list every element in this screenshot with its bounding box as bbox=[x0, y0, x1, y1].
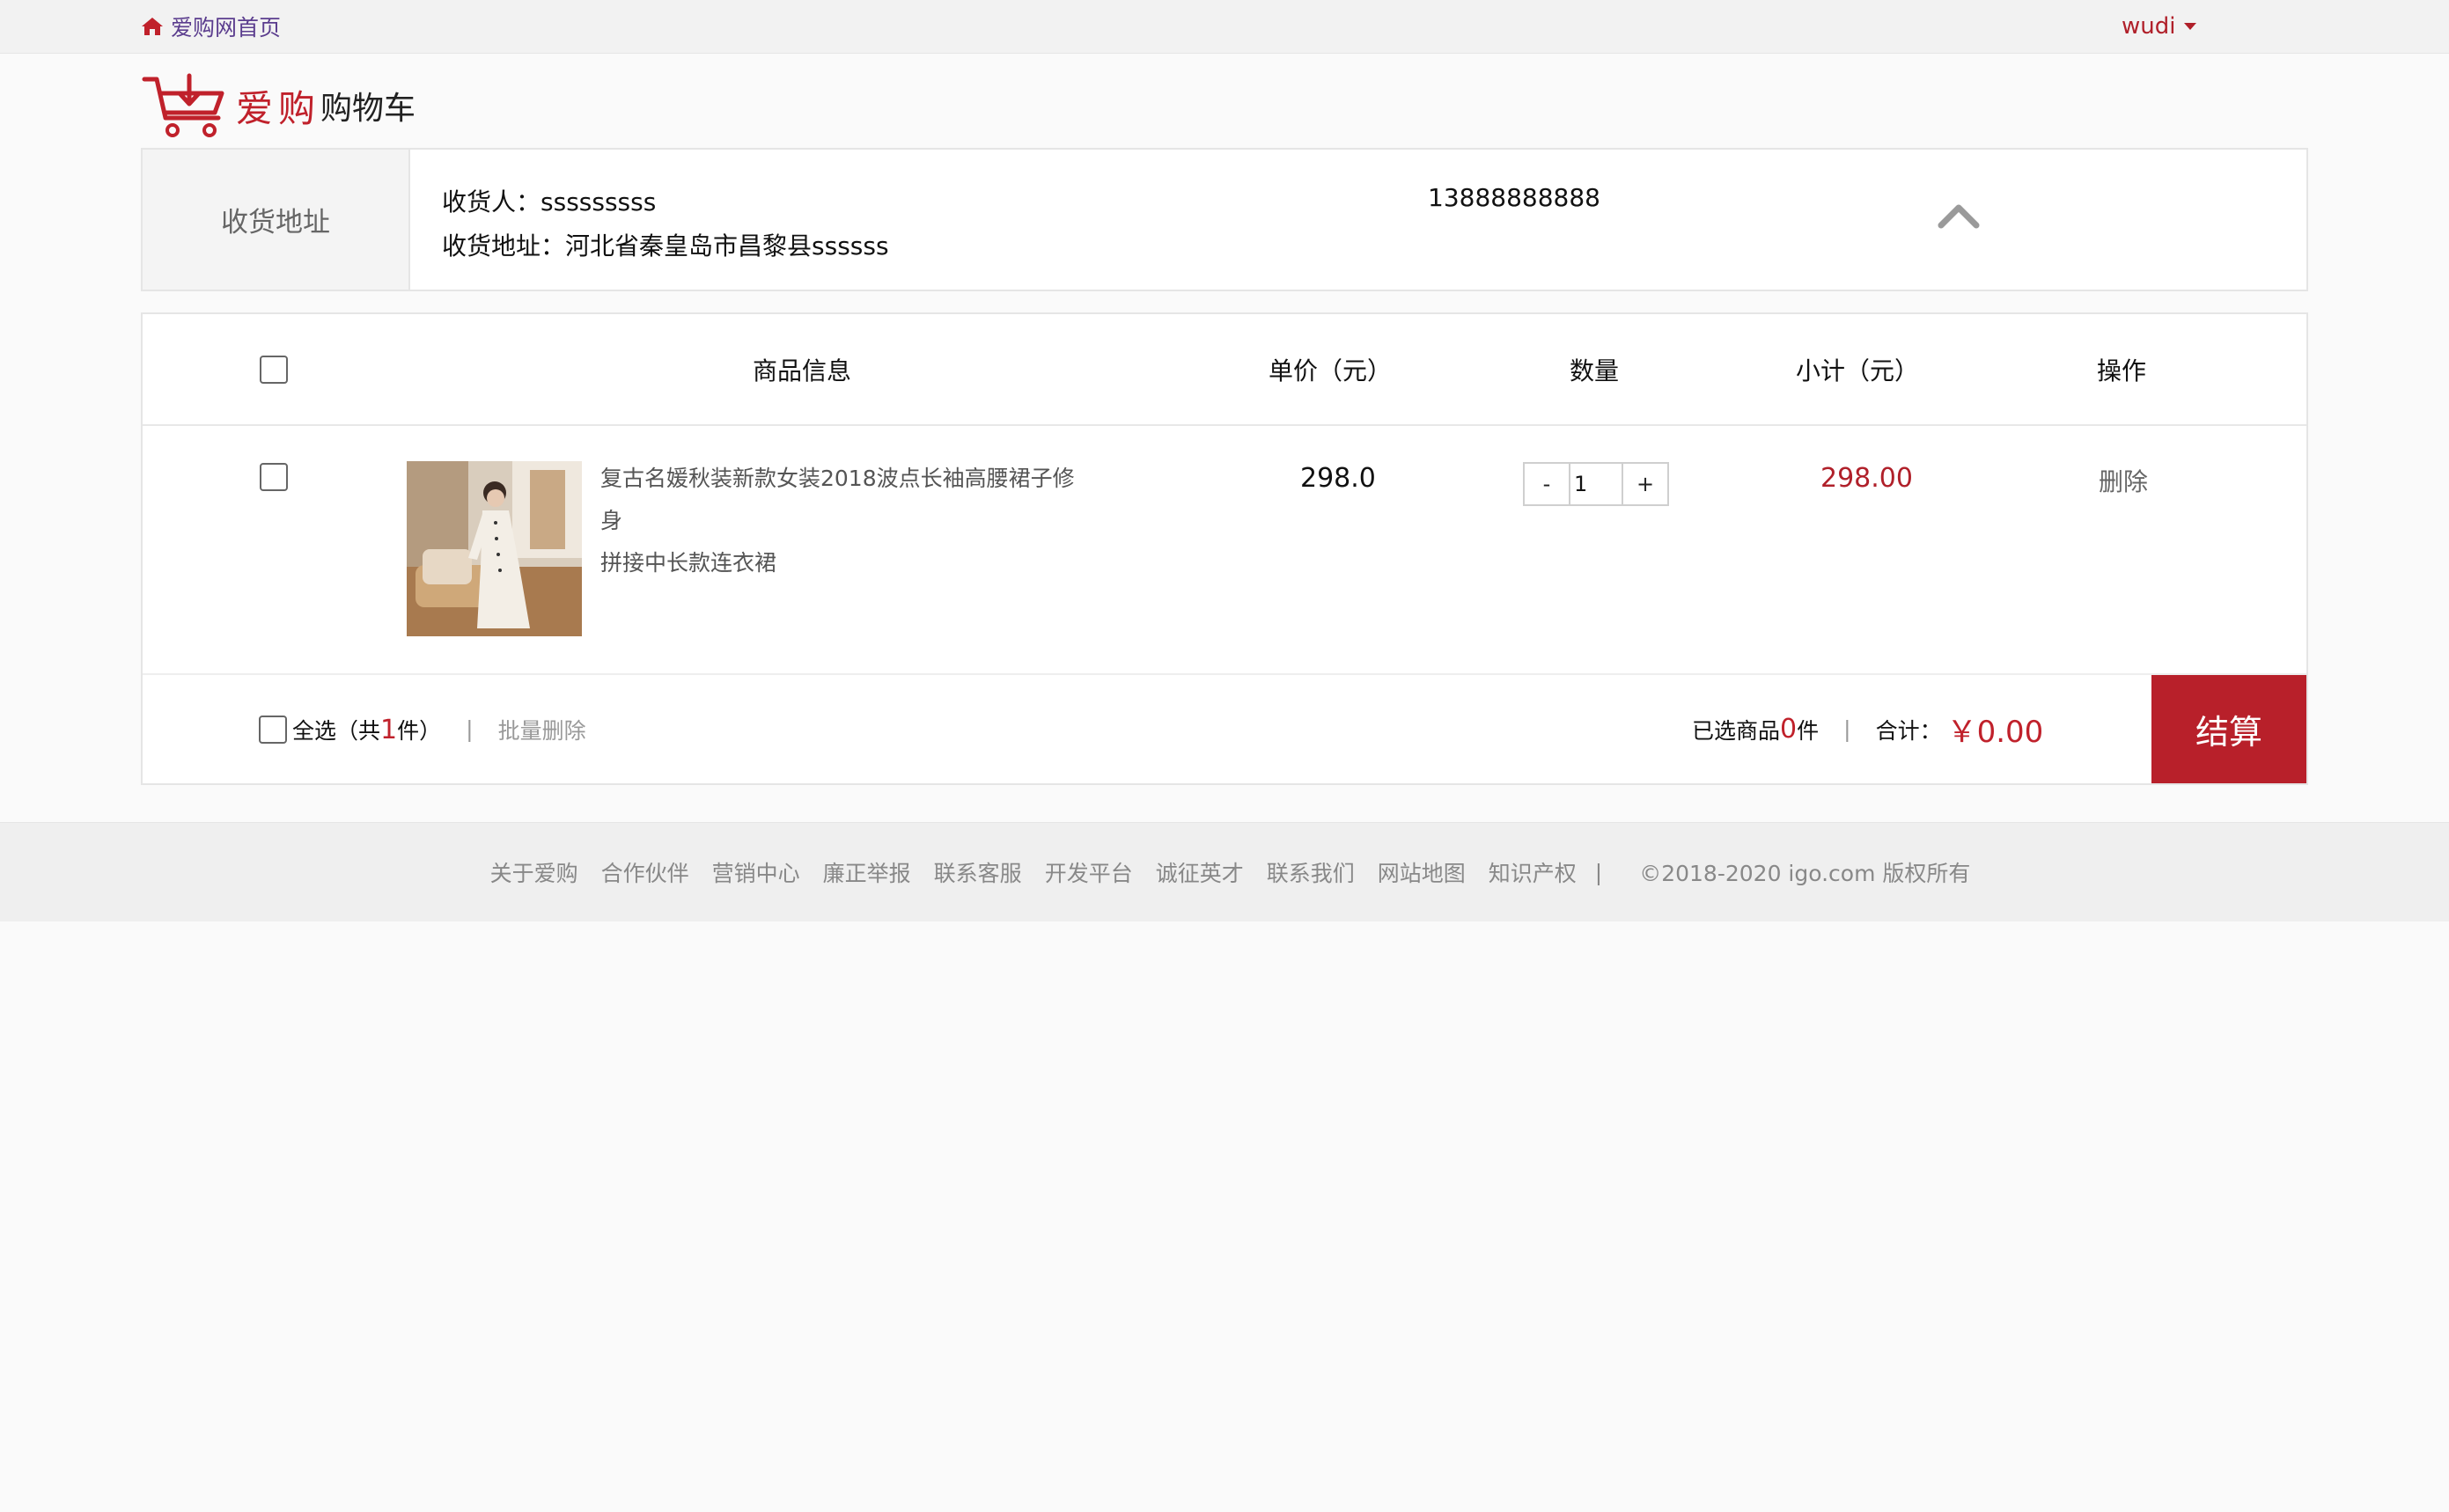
address-collapse-toggle[interactable] bbox=[1933, 194, 1984, 238]
product-photo bbox=[407, 461, 582, 636]
receiver-name: sssssssss bbox=[541, 187, 657, 217]
cart-table: 商品信息 单价（元） 数量 小计（元） 操作 复古名媛秋装新款女装2018波点长… bbox=[141, 312, 2308, 785]
address-value: 河北省秦皇岛市昌黎县ssssss bbox=[565, 231, 889, 261]
receiver-label: 收货人： bbox=[442, 187, 541, 217]
cart-header: 商品信息 单价（元） 数量 小计（元） 操作 bbox=[143, 314, 2306, 426]
header-quantity: 数量 bbox=[1570, 356, 1620, 385]
cart-footer-summary: 已选商品 0 件 | 合计： ￥0.00 bbox=[1692, 675, 2043, 783]
footer-links: 关于爱购 合作伙伴 营销中心 廉正举报 联系客服 开发平台 诚征英才 联系我们 … bbox=[0, 823, 2449, 921]
receiver-line: 收货人：sssssssss bbox=[442, 183, 656, 218]
item-select-checkbox[interactable] bbox=[260, 463, 288, 491]
quantity-stepper: - + bbox=[1523, 462, 1669, 506]
chevron-up-icon bbox=[1938, 204, 1980, 229]
footer-link-about[interactable]: 关于爱购 bbox=[490, 856, 578, 888]
home-icon bbox=[142, 18, 163, 35]
address-label: 收货地址： bbox=[442, 231, 566, 261]
address-line: 收货地址：河北省秦皇岛市昌黎县ssssss bbox=[442, 227, 889, 262]
header-select-checkbox[interactable] bbox=[260, 355, 288, 384]
cart-item-row: 复古名媛秋装新款女装2018波点长袖高腰裙子修身 拼接中长款连衣裙 298.0 … bbox=[143, 426, 2306, 675]
caret-down-icon bbox=[2184, 23, 2197, 30]
header-product: 商品信息 bbox=[753, 356, 852, 385]
footer-separator: | bbox=[1594, 859, 1603, 885]
checkout-button[interactable]: 结算 bbox=[2151, 675, 2306, 783]
address-panel: 收货地址 收货人：sssssssss 13888888888 收货地址：河北省秦… bbox=[141, 148, 2308, 291]
product-name[interactable]: 复古名媛秋装新款女装2018波点长袖高腰裙子修身 拼接中长款连衣裙 bbox=[600, 458, 1093, 584]
total-value: ￥0.00 bbox=[1946, 715, 2044, 750]
logo-brand: 爱购 bbox=[236, 86, 321, 130]
top-bar: 爱购网首页 wudi bbox=[0, 0, 2449, 54]
quantity-decrease-button[interactable]: - bbox=[1525, 464, 1570, 504]
cart-footer: 全选（共1件） | 批量删除 已选商品 0 件 | 合计： ￥0.00 结算 bbox=[143, 675, 2306, 783]
address-panel-label: 收货地址 bbox=[143, 150, 410, 290]
site-logo[interactable]: 爱购 购物车 bbox=[141, 70, 416, 141]
select-all-checkbox[interactable] bbox=[259, 715, 287, 744]
selected-prefix: 已选商品 bbox=[1692, 717, 1781, 744]
footer-link-support[interactable]: 联系客服 bbox=[934, 856, 1022, 888]
user-name: wudi bbox=[2122, 13, 2176, 40]
header-select-cell bbox=[260, 314, 288, 424]
batch-delete-link[interactable]: 批量删除 bbox=[498, 714, 586, 745]
logo-subtitle: 购物车 bbox=[320, 91, 416, 127]
summary-separator: | bbox=[1843, 716, 1851, 742]
header-action: 操作 bbox=[2097, 356, 2147, 385]
footer-separator: | bbox=[466, 716, 474, 742]
footer-link-partners[interactable]: 合作伙伴 bbox=[601, 856, 689, 888]
cart-footer-left: 全选（共1件） | 批量删除 bbox=[259, 675, 586, 783]
footer-link-developer[interactable]: 开发平台 bbox=[1045, 856, 1133, 888]
header-unit-price: 单价（元） bbox=[1269, 356, 1393, 385]
footer-link-marketing[interactable]: 营销中心 bbox=[712, 856, 800, 888]
footer-link-careers[interactable]: 诚征英才 bbox=[1156, 856, 1244, 888]
home-link-label: 爱购网首页 bbox=[171, 15, 282, 40]
footer-link-ip[interactable]: 知识产权 bbox=[1489, 856, 1577, 888]
footer-link-sitemap[interactable]: 网站地图 bbox=[1378, 856, 1466, 888]
total-label: 合计： bbox=[1875, 717, 1942, 744]
quantity-input[interactable] bbox=[1570, 464, 1622, 504]
user-menu[interactable]: wudi bbox=[2122, 12, 2197, 40]
select-all-suffix: 件） bbox=[397, 717, 442, 744]
unit-price: 298.0 bbox=[1300, 463, 1376, 494]
item-subtotal: 298.00 bbox=[1820, 463, 1913, 494]
product-name-line2: 拼接中长款连衣裙 bbox=[600, 550, 777, 576]
select-all-prefix: 全选（共 bbox=[292, 717, 381, 744]
quantity-increase-button[interactable]: + bbox=[1622, 464, 1667, 504]
copyright: ©2018-2020 igo.com 版权所有 bbox=[1639, 861, 1971, 886]
home-link[interactable]: 爱购网首页 bbox=[141, 12, 281, 40]
footer-link-report[interactable]: 廉正举报 bbox=[823, 856, 911, 888]
footer-link-contact[interactable]: 联系我们 bbox=[1267, 856, 1355, 888]
site-footer: 关于爱购 合作伙伴 营销中心 廉正举报 联系客服 开发平台 诚征英才 联系我们 … bbox=[0, 822, 2449, 921]
item-count: 1 bbox=[380, 714, 398, 745]
shopping-cart-icon bbox=[142, 73, 224, 137]
delete-item-link[interactable]: 删除 bbox=[2099, 463, 2148, 498]
selected-count: 0 bbox=[1780, 714, 1798, 745]
header-subtotal: 小计（元） bbox=[1796, 356, 1920, 385]
product-name-line1: 复古名媛秋装新款女装2018波点长袖高腰裙子修身 bbox=[600, 466, 1075, 533]
selected-suffix: 件 bbox=[1797, 717, 1820, 744]
product-image[interactable] bbox=[407, 461, 582, 636]
select-all-label[interactable]: 全选（共1件） bbox=[292, 714, 441, 745]
receiver-phone: 13888888888 bbox=[1428, 183, 1600, 212]
